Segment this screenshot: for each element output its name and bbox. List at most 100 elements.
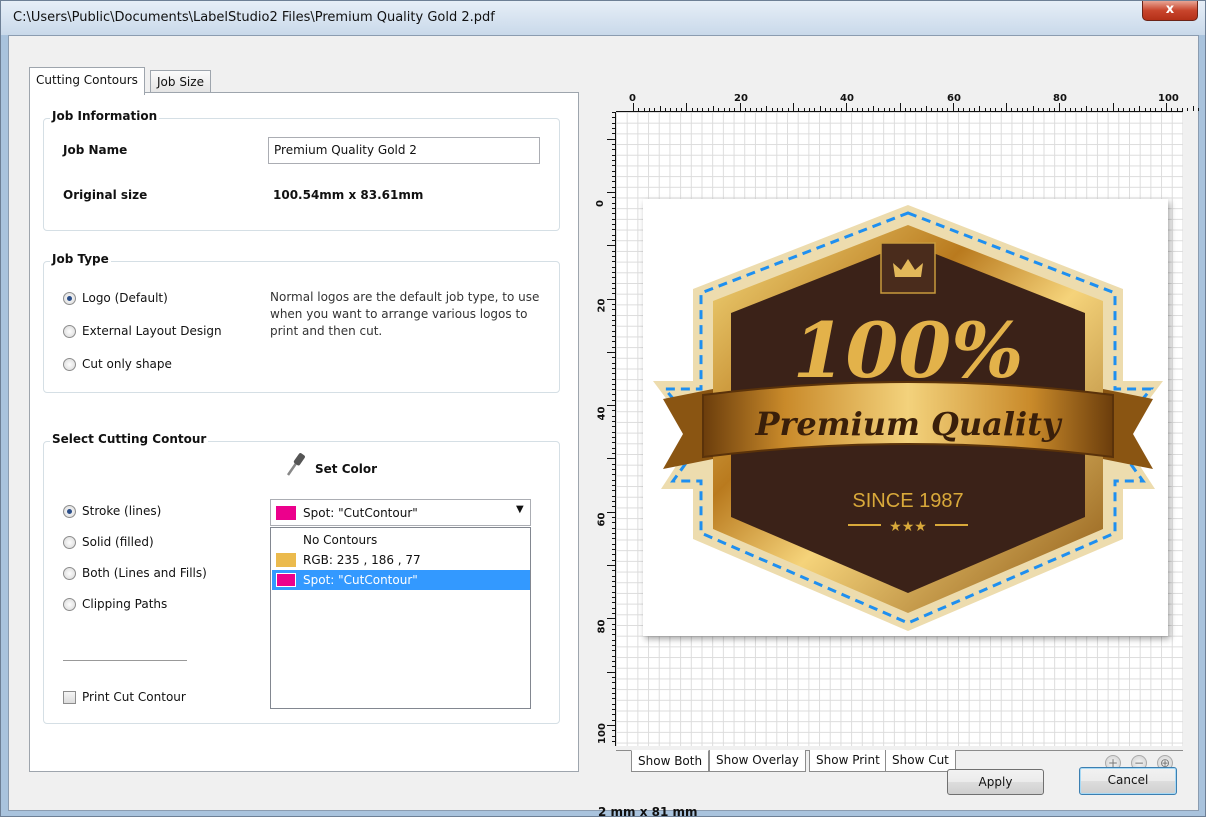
ruler-tick (612, 207, 615, 209)
ruler-left-label: 60 (596, 512, 608, 527)
stroke-lines-radio[interactable] (63, 505, 76, 518)
ruler-tick (1086, 106, 1088, 111)
tab-show-print[interactable]: Show Print (809, 750, 887, 772)
external-layout-radio[interactable] (63, 325, 76, 338)
tab-show-both[interactable]: Show Both (631, 750, 710, 772)
ruler-tick (607, 351, 615, 353)
tab-show-cut[interactable]: Show Cut (885, 750, 956, 772)
ruler-tick (612, 357, 615, 359)
ruler-tick (808, 108, 810, 111)
ruler-tick (1059, 103, 1061, 111)
ruler-tick (691, 108, 693, 111)
ruler-tick (1118, 108, 1120, 111)
ruler-left: 0 20 40 60 80 100 (595, 112, 616, 746)
solid-filled-label[interactable]: Solid (filled) (82, 535, 154, 549)
dialog-window: C:\Users\Public\Documents\LabelStudio2 F… (0, 0, 1206, 819)
ruler-tick (607, 191, 615, 193)
cut-only-shape-label[interactable]: Cut only shape (82, 357, 172, 371)
logo-default-label[interactable]: Logo (Default) (82, 291, 168, 305)
tab-cutting-contours[interactable]: Cutting Contours (29, 67, 145, 95)
ruler-tick (612, 634, 615, 636)
apply-button[interactable]: Apply (947, 769, 1044, 795)
title-bar[interactable]: C:\Users\Public\Documents\LabelStudio2 F… (1, 1, 1205, 35)
ruler-tick (607, 618, 615, 620)
ruler-tick (612, 421, 615, 423)
ruler-tick (1054, 108, 1056, 111)
ruler-tick (744, 108, 746, 111)
ruler-tick (612, 261, 615, 263)
ruler-tick (787, 108, 789, 111)
ruler-tick (931, 108, 933, 111)
ruler-tick (612, 389, 615, 391)
clipping-paths-label[interactable]: Clipping Paths (82, 597, 167, 611)
ruler-tick (1043, 108, 1045, 111)
ruler-tick (633, 103, 634, 111)
list-item-no-contours[interactable]: No Contours (272, 530, 530, 550)
ruler-tick (612, 426, 615, 428)
ruler-tick (675, 108, 677, 111)
ruler-tick (899, 103, 901, 111)
eyedropper-icon[interactable] (285, 451, 307, 477)
ruler-tick (612, 676, 615, 678)
solid-filled-radio[interactable] (63, 536, 76, 549)
ruler-tick (612, 538, 615, 540)
job-information-group (43, 118, 560, 231)
original-size-value: 100.54mm x 83.61mm (273, 188, 424, 202)
ruler-tick (776, 108, 778, 111)
badge-since-text: SINCE 1987 (852, 490, 963, 512)
external-layout-label[interactable]: External Layout Design (82, 324, 222, 338)
ruler-tick (760, 108, 762, 111)
ruler-tick (612, 485, 615, 487)
close-button[interactable]: x (1142, 1, 1198, 21)
ruler-tick (612, 495, 615, 497)
contour-color-dropdown[interactable]: Spot: "CutContour" ▼ (270, 499, 531, 526)
ruler-tick (648, 108, 650, 111)
ruler-tick (612, 266, 615, 268)
ruler-tick (612, 335, 615, 337)
ruler-tick (1107, 108, 1109, 111)
tab-job-size[interactable]: Job Size (150, 70, 211, 93)
list-item-cutcontour[interactable]: Spot: "CutContour" (272, 570, 530, 590)
both-lines-fills-radio[interactable] (63, 567, 76, 580)
ruler-top: 0 20 40 60 80 100 (616, 91, 1199, 112)
ruler-tick (883, 108, 885, 111)
ruler-tick (1075, 108, 1077, 111)
list-item-rgb[interactable]: RGB: 235 , 186 , 77 (272, 550, 530, 570)
ruler-left-label: 80 (596, 619, 608, 634)
ruler-tick (1096, 108, 1098, 111)
tab-show-overlay[interactable]: Show Overlay (709, 750, 806, 772)
ruler-tick (1022, 108, 1024, 111)
ruler-tick (840, 108, 842, 111)
rgb-swatch (276, 553, 296, 567)
ruler-tick (612, 570, 615, 572)
logo-default-radio[interactable] (63, 292, 76, 305)
ruler-tick (612, 506, 615, 508)
ruler-tick (612, 234, 615, 236)
ruler-tick (612, 442, 615, 444)
clipping-paths-radio[interactable] (63, 598, 76, 611)
print-cut-contour-checkbox[interactable] (63, 691, 76, 704)
client-area: Cutting Contours Job Size Job Informatio… (8, 35, 1199, 819)
ruler-tick (963, 108, 965, 111)
contour-color-list[interactable]: No Contours RGB: 235 , 186 , 77 Spot: "C… (270, 527, 531, 709)
premium-quality-badge-image: 100% Premium Quality SINCE 1987 ★★★ (653, 205, 1163, 631)
ruler-tick (612, 341, 615, 343)
cancel-button[interactable]: Cancel (1079, 767, 1177, 795)
ruler-tick (612, 607, 615, 609)
set-color-label[interactable]: Set Color (315, 462, 377, 476)
ruler-tick (612, 703, 615, 705)
cut-only-shape-radio[interactable] (63, 358, 76, 371)
badge-ribbon-text: Premium Quality (754, 405, 1063, 443)
stroke-lines-label[interactable]: Stroke (lines) (82, 504, 161, 518)
ruler-tick (612, 330, 615, 332)
ruler-tick (612, 730, 615, 732)
print-cut-contour-label[interactable]: Print Cut Contour (82, 690, 186, 704)
ruler-tick (851, 108, 853, 111)
ruler-tick (835, 108, 837, 111)
job-name-input[interactable]: Premium Quality Gold 2 (268, 137, 540, 164)
chevron-down-icon[interactable]: ▼ (516, 504, 524, 515)
ruler-tick (612, 218, 615, 220)
ruler-tick (888, 108, 890, 111)
ruler-tick (819, 106, 821, 111)
both-lines-fills-label[interactable]: Both (Lines and Fills) (82, 566, 207, 580)
